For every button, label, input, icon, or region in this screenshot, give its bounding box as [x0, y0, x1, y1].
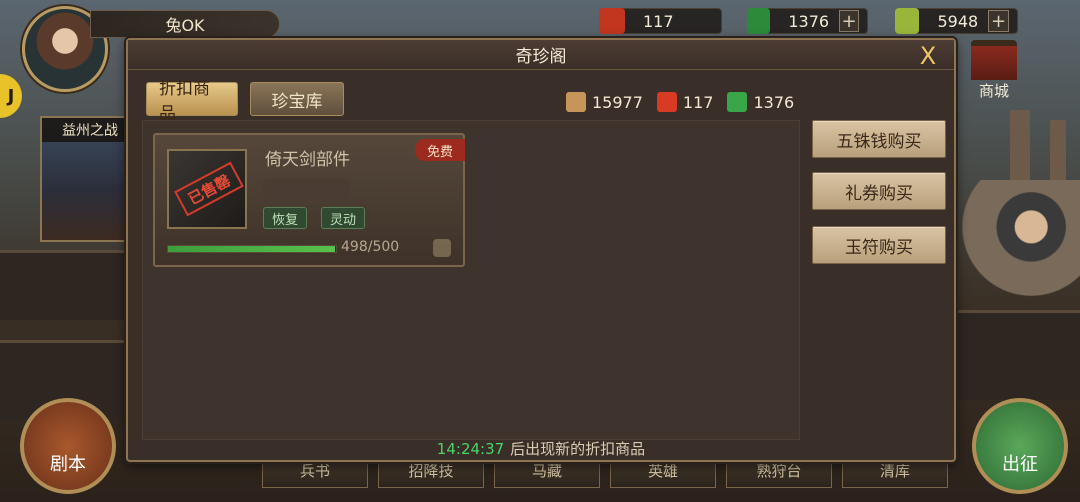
jade-icon [747, 8, 771, 34]
jade-token-icon [727, 92, 748, 112]
background-tower [1050, 120, 1066, 180]
wuzhu-value: 15977 [592, 92, 643, 112]
top-resource-ticket: 117 [599, 8, 722, 34]
puzzle-piece-icon [433, 239, 451, 257]
top-coin-value: 5948 [937, 11, 979, 31]
item-progress-bar [167, 245, 337, 253]
chuzheng-button[interactable]: 出征 [972, 398, 1068, 494]
top-resource-coin: 5948 + [895, 8, 1018, 34]
close-icon[interactable]: X [914, 42, 942, 70]
player-name: 兔OK [165, 16, 205, 35]
tab-label: 珍宝库 [271, 91, 323, 112]
wuzhu-coin-icon [566, 92, 586, 112]
general-portrait [958, 180, 1080, 314]
voucher-value: 117 [682, 92, 714, 112]
buy-with-jade-button[interactable]: 玉符购买 [812, 226, 946, 264]
tab-treasure-vault[interactable]: 珍宝库 [250, 82, 344, 116]
yizhou-battle-label: 益州之战 [42, 118, 138, 142]
gift-voucher-icon [656, 92, 677, 112]
shop-building-icon [971, 40, 1017, 80]
attribute-tag: 恢复 [263, 207, 308, 229]
ticket-icon [599, 8, 625, 34]
sword-part-icon: 已售罄 [167, 149, 247, 229]
goods-item-card[interactable]: 已售罄 倚天剑部件 免费 恢复 灵动 498/500 [153, 133, 465, 267]
currency-jade: 1376 [727, 92, 794, 112]
treasure-pavilion-dialog: 奇珍阁 X 折扣商品 珍宝库 15977 117 1376 已售罄 倚天剑部件 … [126, 38, 956, 462]
attribute-tag: 灵动 [321, 207, 366, 229]
price-placeholder [263, 179, 349, 199]
top-resource-jade: 1376 + [747, 8, 868, 34]
top-ticket-value: 117 [643, 11, 674, 31]
shop-label: 商城 [978, 82, 1009, 100]
yizhou-battle-panel[interactable]: 益州之战 [40, 116, 140, 242]
item-progress-text: 498/500 [341, 239, 400, 255]
item-name: 倚天剑部件 [265, 150, 350, 170]
add-coin-button[interactable]: + [988, 10, 1009, 32]
add-jade-button[interactable]: + [839, 10, 859, 32]
item-progress-fill [168, 246, 336, 252]
currency-voucher: 117 [656, 92, 714, 112]
refresh-text: 后出现新的折扣商品 [510, 440, 646, 458]
sold-out-stamp: 已售罄 [174, 161, 244, 217]
dialog-title: 奇珍阁 [128, 40, 954, 70]
player-name-bar[interactable]: 兔OK [90, 10, 280, 38]
juben-button[interactable]: 剧本 [20, 398, 116, 494]
juben-label: 剧本 [50, 454, 86, 475]
currency-row: 15977 117 1376 [566, 92, 794, 112]
jade-value: 1376 [753, 92, 795, 112]
currency-wuzhu: 15977 [566, 92, 643, 112]
buy-with-voucher-button[interactable]: 礼券购买 [812, 172, 946, 210]
free-tag: 免费 [415, 139, 465, 161]
shop-entry[interactable]: 商城 [966, 40, 1022, 100]
background-tower [1010, 110, 1030, 180]
refresh-timer: 14:24:37 [436, 440, 505, 458]
coin-scroll-icon [895, 8, 920, 34]
chuzheng-label: 出征 [1002, 454, 1038, 475]
top-jade-value: 1376 [788, 11, 830, 31]
buy-with-wuzhu-button[interactable]: 五铢钱购买 [812, 120, 946, 158]
tab-label: 折扣商品 [159, 79, 210, 124]
tab-discount-goods[interactable]: 折扣商品 [146, 79, 238, 124]
refresh-notice: 14:24:37 后出现新的折扣商品 [128, 438, 954, 459]
background-roof [956, 310, 1080, 400]
background-roof [0, 250, 130, 320]
goods-list: 已售罄 倚天剑部件 免费 恢复 灵动 498/500 [142, 120, 800, 440]
